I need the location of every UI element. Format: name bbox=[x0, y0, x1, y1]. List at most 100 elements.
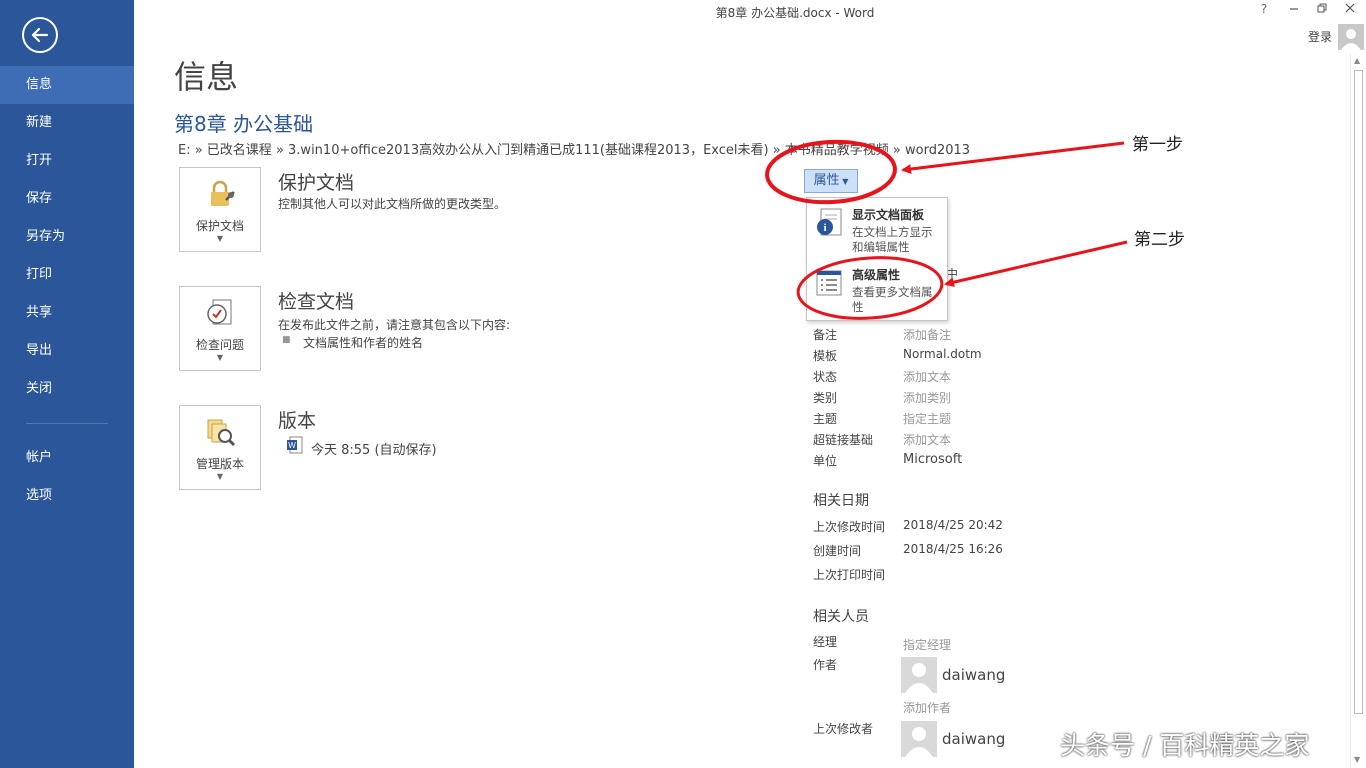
person-silhouette-icon bbox=[905, 727, 933, 757]
minimize-icon bbox=[1290, 8, 1298, 10]
author-avatar bbox=[901, 657, 937, 693]
manage-versions-icon bbox=[207, 419, 236, 447]
restore-icon bbox=[1317, 3, 1327, 13]
word-document-icon: W bbox=[287, 436, 303, 454]
people-label-last-modified-by: 上次修改者 bbox=[813, 722, 874, 736]
inspect-document-icon bbox=[207, 299, 232, 325]
user-avatar[interactable] bbox=[1338, 24, 1364, 50]
people-label-author: 作者 bbox=[813, 658, 838, 672]
scroll-up-icon[interactable]: ▲ bbox=[1354, 56, 1360, 65]
prop-label-hyperlink-base: 超链接基础 bbox=[813, 433, 874, 447]
sidebar-item-save[interactable]: 保存 bbox=[0, 180, 134, 218]
prop-value-subject[interactable]: 指定主题 bbox=[903, 410, 951, 427]
advanced-properties-desc: 查看更多文档属性 bbox=[852, 285, 933, 314]
prop-label-company: 单位 bbox=[813, 454, 838, 468]
prop-value-company[interactable]: Microsoft bbox=[903, 452, 962, 467]
properties-dropdown-button[interactable]: 属性 ▼ bbox=[804, 169, 858, 193]
people-value-manager[interactable]: 指定经理 bbox=[903, 636, 951, 653]
sidebar-item-close[interactable]: 关闭 bbox=[0, 370, 134, 408]
document-path[interactable]: E: » 已改名课程 » 3.win10+office2013高效办公从入门到精… bbox=[178, 139, 970, 158]
person-silhouette-icon bbox=[1341, 29, 1361, 50]
prop-value-category[interactable]: 添加类别 bbox=[903, 389, 951, 406]
check-issues-button[interactable]: 检查问题 ▼ bbox=[179, 286, 261, 371]
people-label-manager: 经理 bbox=[813, 635, 838, 649]
page-title: 信息 bbox=[174, 58, 239, 96]
prop-label-status: 状态 bbox=[813, 370, 838, 384]
lock-key-icon bbox=[211, 180, 235, 206]
sidebar-item-account[interactable]: 帐户 bbox=[0, 439, 134, 477]
close-icon bbox=[1345, 3, 1355, 13]
prop-value-status[interactable]: 添加文本 bbox=[903, 368, 951, 385]
chevron-down-icon: ▼ bbox=[216, 472, 224, 481]
date-label-printed: 上次打印时间 bbox=[813, 568, 886, 582]
sign-in-link[interactable]: 登录 bbox=[1308, 28, 1332, 45]
step2-arrow bbox=[944, 240, 1128, 288]
add-author-link[interactable]: 添加作者 bbox=[903, 699, 951, 716]
person-silhouette-icon bbox=[905, 663, 933, 693]
bullet-icon: ■ bbox=[282, 335, 291, 345]
step2-label: 第二步 bbox=[1134, 230, 1185, 250]
document-panel-icon: i bbox=[817, 208, 842, 236]
minimize-button[interactable] bbox=[1282, 2, 1306, 20]
restore-button[interactable] bbox=[1310, 2, 1334, 20]
versions-section-title: 版本 bbox=[278, 410, 317, 432]
date-label-modified: 上次修改时间 bbox=[813, 520, 886, 534]
advanced-properties-item[interactable]: 高级属性 查看更多文档属性 bbox=[807, 260, 947, 318]
manage-versions-button[interactable]: 管理版本 ▼ bbox=[179, 405, 261, 490]
back-button[interactable] bbox=[22, 17, 58, 53]
word-backstage: 信息 新建 打开 保存 另存为 打印 共享 导出 关闭 帐户 选项 第8章 办公… bbox=[0, 0, 1366, 768]
date-value-created: 2018/4/25 16:26 bbox=[903, 542, 1003, 556]
related-people-heading: 相关人员 bbox=[813, 609, 869, 625]
sidebar-item-new[interactable]: 新建 bbox=[0, 104, 134, 142]
scroll-down-icon[interactable]: ▼ bbox=[1354, 755, 1360, 764]
scroll-thumb[interactable] bbox=[1354, 70, 1363, 714]
autosave-version-link[interactable]: 今天 8:55 (自动保存) bbox=[311, 439, 437, 458]
inspect-bullet-text: 文档属性和作者的姓名 bbox=[303, 336, 424, 350]
properties-menu: i 显示文档面板 在文档上方显示和编辑属性 高级属性 查看更多文档属性 bbox=[806, 197, 948, 321]
window-title: 第8章 办公基础.docx - Word bbox=[715, 6, 875, 20]
help-button[interactable]: ? bbox=[1252, 2, 1276, 20]
chevron-down-icon: ▼ bbox=[216, 234, 224, 243]
prop-label-template: 模板 bbox=[813, 349, 838, 363]
protect-section-desc: 控制其他人可以对此文档所做的更改类型。 bbox=[278, 197, 507, 211]
date-value-modified: 2018/4/25 20:42 bbox=[903, 518, 1003, 532]
last-modified-by-avatar bbox=[901, 721, 937, 757]
sidebar-divider bbox=[26, 423, 108, 424]
backstage-sidebar: 信息 新建 打开 保存 另存为 打印 共享 导出 关闭 帐户 选项 bbox=[0, 0, 134, 768]
prop-label-category: 类别 bbox=[813, 391, 838, 405]
related-dates-heading: 相关日期 bbox=[813, 493, 869, 509]
svg-text:W: W bbox=[288, 441, 296, 450]
step1-label: 第一步 bbox=[1132, 135, 1183, 155]
vertical-scrollbar[interactable]: ▲ ▼ bbox=[1350, 54, 1366, 768]
sidebar-nav: 信息 新建 打开 保存 另存为 打印 共享 导出 关闭 帐户 选项 bbox=[0, 66, 134, 515]
show-document-panel-desc: 在文档上方显示和编辑属性 bbox=[852, 225, 933, 254]
sidebar-item-print[interactable]: 打印 bbox=[0, 256, 134, 294]
author-name[interactable]: daiwang bbox=[942, 666, 1005, 684]
inspect-section-desc: 在发布此文件之前，请注意其包含以下内容: bbox=[278, 318, 511, 332]
date-label-created: 创建时间 bbox=[813, 544, 862, 558]
sidebar-item-save-as[interactable]: 另存为 bbox=[0, 218, 134, 256]
prop-label-comments: 备注 bbox=[813, 328, 838, 342]
chevron-down-icon: ▼ bbox=[839, 177, 849, 186]
svg-text:i: i bbox=[823, 222, 826, 234]
sidebar-item-share[interactable]: 共享 bbox=[0, 294, 134, 332]
properties-button-label: 属性 bbox=[813, 173, 840, 188]
prop-value-hyperlink-base[interactable]: 添加文本 bbox=[903, 431, 951, 448]
sidebar-item-options[interactable]: 选项 bbox=[0, 477, 134, 515]
sidebar-item-info[interactable]: 信息 bbox=[0, 66, 134, 104]
last-modified-by-name[interactable]: daiwang bbox=[942, 730, 1005, 748]
chevron-down-icon: ▼ bbox=[216, 353, 224, 362]
document-name: 第8章 办公基础 bbox=[174, 112, 314, 136]
protect-button-label: 保护文档 bbox=[195, 219, 244, 233]
protect-document-button[interactable]: 保护文档 ▼ bbox=[179, 167, 261, 252]
prop-value-template: Normal.dotm bbox=[903, 347, 982, 361]
check-issues-label: 检查问题 bbox=[195, 338, 244, 352]
close-window-button[interactable] bbox=[1338, 2, 1362, 20]
back-arrow-icon bbox=[31, 27, 49, 43]
prop-value-comments[interactable]: 添加备注 bbox=[903, 326, 951, 343]
title-bar: 第8章 办公基础.docx - Word ? bbox=[134, 0, 1366, 24]
prop-label-subject: 主题 bbox=[813, 412, 838, 426]
sidebar-item-export[interactable]: 导出 bbox=[0, 332, 134, 370]
sidebar-item-open[interactable]: 打开 bbox=[0, 142, 134, 180]
show-document-panel-item[interactable]: i 显示文档面板 在文档上方显示和编辑属性 bbox=[807, 200, 947, 258]
